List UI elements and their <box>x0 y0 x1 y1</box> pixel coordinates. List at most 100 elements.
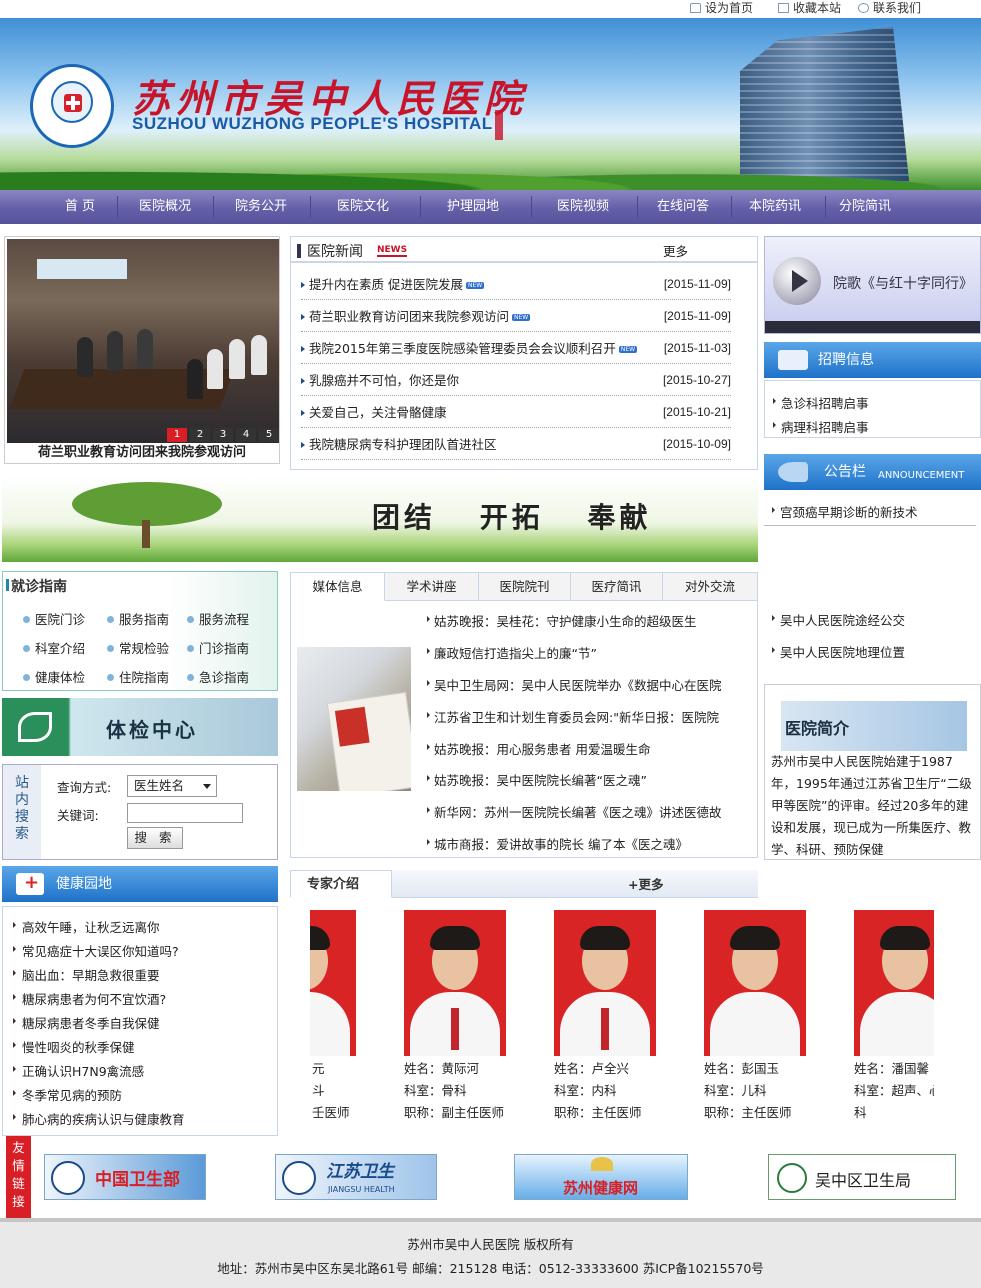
news-item[interactable]: 乳腺癌并不可怕，你还是你 [2015-10-27] <box>301 365 731 396</box>
link-ministry-of-health[interactable]: 中国卫生部 <box>44 1154 206 1200</box>
slide-page-4[interactable]: 4 <box>236 428 256 442</box>
guide-service[interactable]: 服务指南 <box>107 609 169 628</box>
news-slideshow[interactable]: 1 2 3 4 5 荷兰职业教育访问团来我院参观访问 <box>4 236 280 464</box>
expert-card[interactable]: 姓名：黄际河 科室：骨科 职称：副主任医师 <box>404 906 554 1130</box>
nav-culture[interactable]: 医院文化 <box>320 190 406 224</box>
search-method-select[interactable]: 医生姓名 <box>127 775 217 797</box>
nav-nursing[interactable]: 护理园地 <box>430 190 516 224</box>
guide-emergency[interactable]: 急诊指南 <box>187 667 249 686</box>
expert-card[interactable]: 姓名：彭国玉 科室：儿科 职称：主任医师 <box>704 906 854 1130</box>
news-item[interactable]: 荷兰职业教育访问团来我院参观访问 NEW [2015-11-09] <box>301 301 731 332</box>
media-item[interactable]: 新华网：苏州一医院院长编著《医之魂》讲述医德故 <box>427 802 722 821</box>
hospital-logo[interactable] <box>30 64 114 148</box>
recruit-item[interactable]: 病理科招聘启事 <box>773 417 869 436</box>
expert-photo[interactable] <box>404 910 506 1056</box>
news-item-title[interactable]: 关爱自己，关注骨骼健康 <box>309 397 447 428</box>
guide-inpatient[interactable]: 住院指南 <box>107 667 169 686</box>
notice-item[interactable]: 宫颈癌早期诊断的新技术 <box>772 502 918 521</box>
slideshow-photo[interactable]: 1 2 3 4 5 <box>7 239 279 443</box>
health-item[interactable]: 糖尿病患者为何不宜饮酒? <box>13 989 166 1008</box>
health-item[interactable]: 脑出血：早期急救很重要 <box>13 965 160 984</box>
link-suzhou-health[interactable]: 苏州健康网 <box>514 1154 688 1200</box>
expert-photo[interactable] <box>554 910 656 1056</box>
slide-page-3[interactable]: 3 <box>213 428 233 442</box>
tab-exchange[interactable]: 对外交流 <box>663 573 757 601</box>
news-item-title[interactable]: 我院2015年第三季度医院感染管理委员会会议顺利召开 <box>309 341 616 356</box>
expert-card[interactable]: 元 斗 壬医师 <box>310 906 404 1130</box>
guide-lab[interactable]: 常规检验 <box>107 638 169 657</box>
exam-center-title[interactable]: 体检中心 <box>106 714 198 743</box>
guide-departments[interactable]: 科室介绍 <box>23 638 85 657</box>
location-link[interactable]: 吴中人民医院地理位置 <box>772 642 905 661</box>
nav-branch-news[interactable]: 分院简讯 <box>822 190 908 224</box>
newspaper-photo[interactable] <box>297 647 411 791</box>
nav-overview[interactable]: 医院概况 <box>122 190 208 224</box>
guide-checkup[interactable]: 健康体检 <box>23 667 85 686</box>
guide-process[interactable]: 服务流程 <box>187 609 249 628</box>
health-item[interactable]: 高效午睡，让秋乏远离你 <box>13 917 160 936</box>
expert-card[interactable]: 姓名：卢全兴 科室：内科 职称：主任医师 <box>554 906 704 1130</box>
nav-home[interactable]: 首 页 <box>40 190 120 224</box>
news-item-title[interactable]: 我院糖尿病专科护理团队首进社区 <box>309 429 497 460</box>
news-more-link[interactable]: 更多 <box>663 241 688 260</box>
expert-photo[interactable] <box>704 910 806 1056</box>
expert-photo[interactable] <box>310 910 356 1056</box>
red-cross-icon <box>64 94 82 112</box>
tab-lectures[interactable]: 学术讲座 <box>385 573 479 601</box>
news-item[interactable]: 我院糖尿病专科护理团队首进社区 [2015-10-09] <box>301 429 731 460</box>
slide-page-5[interactable]: 5 <box>259 428 279 442</box>
physical-exam-center-banner[interactable]: 体检中心 <box>2 698 278 756</box>
news-item-title[interactable]: 荷兰职业教育访问团来我院参观访问 <box>309 309 509 324</box>
news-item[interactable]: 我院2015年第三季度医院感染管理委员会会议顺利召开 NEW [2015-11-03… <box>301 333 731 364</box>
media-item[interactable]: 吴中卫生局网：吴中人民医院举办《数据中心在医院 <box>427 675 722 694</box>
guide-outpatient-guide[interactable]: 门诊指南 <box>187 638 249 657</box>
link-jiangsu-health[interactable]: 江苏卫生 JIANGSU HEALTH <box>275 1154 437 1200</box>
media-item[interactable]: 姑苏晚报：吴中医院院长编著“医之魂” <box>427 770 647 789</box>
news-item[interactable]: 提升内在素质 促进医院发展 NEW [2015-11-09] <box>301 269 731 300</box>
news-item-date: [2015-11-09] <box>663 277 731 291</box>
media-item[interactable]: 姑苏晚报：吴桂花：守护健康小生命的超级医生 <box>427 611 697 630</box>
tab-media[interactable]: 媒体信息 <box>291 573 385 601</box>
nav-affairs[interactable]: 院务公开 <box>218 190 304 224</box>
search-keyword-input[interactable] <box>127 803 243 823</box>
recruit-item[interactable]: 急诊科招聘启事 <box>773 393 869 412</box>
health-item[interactable]: 慢性咽炎的秋季保健 <box>13 1037 135 1056</box>
link-wuzhong-health-bureau[interactable]: 吴中区卫生局 <box>768 1154 956 1200</box>
video-controls[interactable] <box>765 321 980 333</box>
news-item-title[interactable]: 乳腺癌并不可怕，你还是你 <box>309 365 459 396</box>
set-home-link[interactable]: 设为首页 <box>690 0 753 16</box>
expert-card[interactable]: 姓名：潘国馨 科室：超声、心 科 <box>854 906 934 1130</box>
health-item[interactable]: 正确认识H7N9禽流感 <box>13 1061 144 1080</box>
contact-link[interactable]: 联系我们 <box>858 0 921 16</box>
hospital-song-video[interactable]: 院歌《与红十字同行》 <box>764 236 981 334</box>
media-item[interactable]: 城市商报：爱讲故事的院长 编了本《医之魂》 <box>427 834 688 853</box>
slideshow-caption[interactable]: 荷兰职业教育访问团来我院参观访问 <box>5 443 279 463</box>
health-item[interactable]: 糖尿病患者冬季自我保健 <box>13 1013 160 1032</box>
tab-journal[interactable]: 医院院刊 <box>479 573 571 601</box>
expert-photo[interactable] <box>854 910 934 1056</box>
news-item-title[interactable]: 提升内在素质 促进医院发展 <box>309 277 463 292</box>
health-item[interactable]: 肺心病的疾病认识与健康教育 <box>13 1109 185 1128</box>
media-item[interactable]: 江苏省卫生和计划生育委员会网:"新华日报：医院院 <box>427 707 719 726</box>
news-item[interactable]: 关爱自己，关注骨骼健康 [2015-10-21] <box>301 397 731 428</box>
media-item[interactable]: 廉政短信打造指尖上的廉“节” <box>427 643 597 662</box>
bookmark-link[interactable]: 收藏本站 <box>778 0 841 16</box>
nav-video[interactable]: 医院视频 <box>540 190 626 224</box>
video-title[interactable]: 院歌《与红十字同行》 <box>833 273 973 293</box>
intro-title[interactable]: 医院简介 <box>785 715 849 739</box>
bus-route-link[interactable]: 吴中人民医院途经公交 <box>772 610 905 629</box>
experts-more-link[interactable]: +更多 <box>628 874 663 893</box>
media-item[interactable]: 姑苏晚报：用心服务患者 用爱温暖生命 <box>427 739 650 758</box>
nav-drug-news[interactable]: 本院药讯 <box>732 190 818 224</box>
main-nav: 首 页 医院概况 院务公开 医院文化 护理园地 医院视频 在线问答 本院药讯 分… <box>0 190 981 224</box>
guide-outpatient[interactable]: 医院门诊 <box>23 609 85 628</box>
tab-medical-news[interactable]: 医疗简讯 <box>571 573 663 601</box>
slide-page-1[interactable]: 1 <box>167 428 187 442</box>
search-button[interactable]: 搜 索 <box>127 827 183 849</box>
slide-page-2[interactable]: 2 <box>190 428 210 442</box>
nav-qa[interactable]: 在线问答 <box>640 190 726 224</box>
experts-carousel[interactable]: 元 斗 壬医师 姓名：黄际河 科室：骨科 职称：副主任医师 姓名：卢全兴 科室：… <box>310 906 934 1130</box>
health-item[interactable]: 常见癌症十大误区你知道吗? <box>13 941 179 960</box>
health-item[interactable]: 冬季常见病的预防 <box>13 1085 122 1104</box>
play-icon[interactable] <box>773 257 821 305</box>
